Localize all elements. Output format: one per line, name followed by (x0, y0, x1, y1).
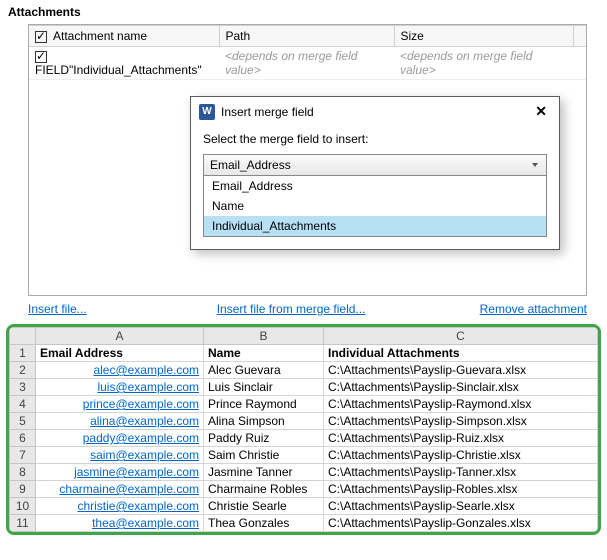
insert-merge-link[interactable]: Insert file from merge field... (217, 302, 366, 316)
cell-email[interactable]: luis@example.com (36, 379, 204, 396)
cell-name[interactable]: Thea Gonzales (204, 515, 324, 532)
cell-path[interactable]: C:\Attachments\Payslip-Tanner.xlsx (324, 464, 598, 481)
col-header-a[interactable]: A (36, 328, 204, 345)
cell-email[interactable]: alec@example.com (36, 362, 204, 379)
table-row: 8jasmine@example.comJasmine TannerC:\Att… (10, 464, 598, 481)
combo-option-name[interactable]: Name (204, 196, 546, 216)
row-header[interactable]: 10 (10, 498, 36, 515)
cell-path[interactable]: C:\Attachments\Payslip-Guevara.xlsx (324, 362, 598, 379)
checkbox-icon[interactable] (35, 31, 47, 43)
col-header-c[interactable]: C (324, 328, 598, 345)
row-header[interactable]: 9 (10, 481, 36, 498)
cell-path[interactable]: C:\Attachments\Payslip-Christie.xlsx (324, 447, 598, 464)
cell-email[interactable]: alina@example.com (36, 413, 204, 430)
row-header[interactable]: 5 (10, 413, 36, 430)
table-row: 6paddy@example.comPaddy RuizC:\Attachmen… (10, 430, 598, 447)
table-row: 9charmaine@example.comCharmaine RoblesC:… (10, 481, 598, 498)
insert-merge-field-dialog: W Insert merge field ✕ Select the merge … (190, 96, 560, 250)
attachments-table: Attachment name Path Size FIELD"Individu… (29, 25, 586, 80)
header-cell[interactable]: Name (204, 345, 324, 362)
table-row: 7saim@example.comSaim ChristieC:\Attachm… (10, 447, 598, 464)
table-row: 5alina@example.comAlina SimpsonC:\Attach… (10, 413, 598, 430)
cell-name[interactable]: Paddy Ruiz (204, 430, 324, 447)
table-row: 2alec@example.comAlec GuevaraC:\Attachme… (10, 362, 598, 379)
cell-name[interactable]: Jasmine Tanner (204, 464, 324, 481)
cell-path[interactable]: C:\Attachments\Payslip-Searle.xlsx (324, 498, 598, 515)
cell-name[interactable]: Alec Guevara (204, 362, 324, 379)
cell-email[interactable]: christie@example.com (36, 498, 204, 515)
word-icon: W (199, 104, 215, 120)
table-row: 4prince@example.comPrince RaymondC:\Atta… (10, 396, 598, 413)
cell-name[interactable]: Alina Simpson (204, 413, 324, 430)
cell-path[interactable]: C:\Attachments\Payslip-Gonzales.xlsx (324, 515, 598, 532)
cell-email[interactable]: thea@example.com (36, 515, 204, 532)
cell-email[interactable]: charmaine@example.com (36, 481, 204, 498)
attachment-path: <depends on merge field value> (219, 47, 394, 80)
col-label: Attachment name (53, 29, 147, 43)
cell-path[interactable]: C:\Attachments\Payslip-Robles.xlsx (324, 481, 598, 498)
checkbox-icon[interactable] (35, 51, 47, 63)
cell-email[interactable]: saim@example.com (36, 447, 204, 464)
col-spacer (574, 26, 587, 47)
combo-option-individual-attachments[interactable]: Individual_Attachments (204, 216, 546, 236)
dialog-label: Select the merge field to insert: (203, 132, 547, 146)
col-header-b[interactable]: B (204, 328, 324, 345)
row-header[interactable]: 7 (10, 447, 36, 464)
cell-name[interactable]: Saim Christie (204, 447, 324, 464)
cell-email[interactable]: prince@example.com (36, 396, 204, 413)
table-row: 10christie@example.comChristie SearleC:\… (10, 498, 598, 515)
dialog-title-text: Insert merge field (221, 105, 314, 119)
row-header[interactable]: 8 (10, 464, 36, 481)
row-header[interactable]: 3 (10, 379, 36, 396)
col-attachment-name[interactable]: Attachment name (29, 26, 219, 47)
cell-path[interactable]: C:\Attachments\Payslip-Ruiz.xlsx (324, 430, 598, 447)
cell-path[interactable]: C:\Attachments\Payslip-Simpson.xlsx (324, 413, 598, 430)
section-title: Attachments (0, 0, 607, 24)
row-header[interactable]: 4 (10, 396, 36, 413)
cell-name[interactable]: Christie Searle (204, 498, 324, 515)
cell-email[interactable]: jasmine@example.com (36, 464, 204, 481)
row-header[interactable]: 2 (10, 362, 36, 379)
row-header[interactable]: 6 (10, 430, 36, 447)
col-path[interactable]: Path (219, 26, 394, 47)
cell-email[interactable]: paddy@example.com (36, 430, 204, 447)
header-cell[interactable]: Email Address (36, 345, 204, 362)
merge-field-dropdown-list: Email_Address Name Individual_Attachment… (203, 176, 547, 237)
merge-field-combobox[interactable]: Email_Address (203, 154, 547, 176)
row-header[interactable]: 11 (10, 515, 36, 532)
row-header[interactable]: 1 (10, 345, 36, 362)
dialog-titlebar: W Insert merge field ✕ (191, 97, 559, 126)
attachment-links: Insert file... Insert file from merge fi… (28, 302, 587, 316)
attachment-name: FIELD"Individual_Attachments" (35, 63, 202, 77)
cell-path[interactable]: C:\Attachments\Payslip-Raymond.xlsx (324, 396, 598, 413)
spreadsheet: A B C 1 Email Address Name Individual At… (6, 324, 601, 535)
col-size[interactable]: Size (394, 26, 574, 47)
select-all-corner[interactable] (10, 328, 36, 345)
cell-name[interactable]: Luis Sinclair (204, 379, 324, 396)
close-icon[interactable]: ✕ (531, 103, 551, 120)
cell-name[interactable]: Charmaine Robles (204, 481, 324, 498)
remove-attachment-link[interactable]: Remove attachment (480, 302, 587, 316)
table-row: 11thea@example.comThea GonzalesC:\Attach… (10, 515, 598, 532)
header-cell[interactable]: Individual Attachments (324, 345, 598, 362)
table-row: 3luis@example.comLuis SinclairC:\Attachm… (10, 379, 598, 396)
attachment-row[interactable]: FIELD"Individual_Attachments" <depends o… (29, 47, 586, 80)
insert-file-link[interactable]: Insert file... (28, 302, 87, 316)
combo-option-email[interactable]: Email_Address (204, 176, 546, 196)
cell-path[interactable]: C:\Attachments\Payslip-Sinclair.xlsx (324, 379, 598, 396)
cell-name[interactable]: Prince Raymond (204, 396, 324, 413)
attachment-size: <depends on merge field value> (394, 47, 574, 80)
